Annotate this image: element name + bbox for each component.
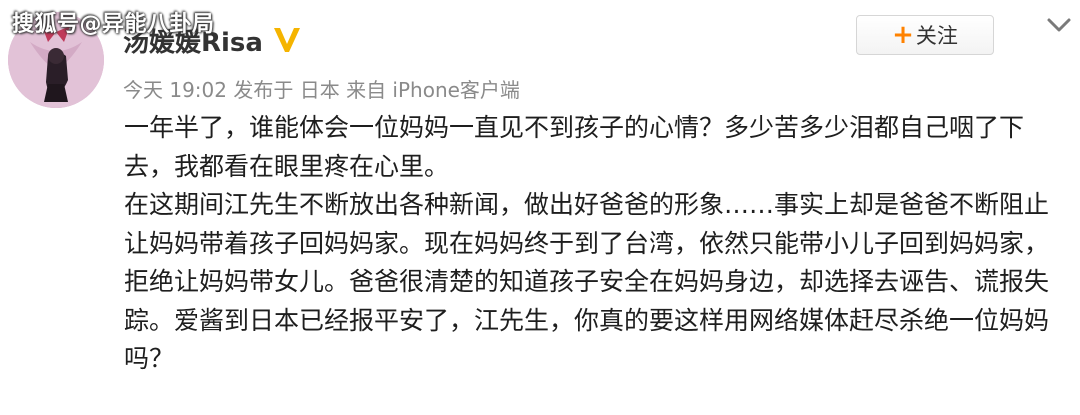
plus-icon: + — [892, 20, 914, 50]
post-paragraph-1: 一年半了，谁能体会一位妈妈一直见不到孩子的心情？多少苦多少泪都自己咽了下去，我都… — [124, 113, 1025, 181]
post-body: 一年半了，谁能体会一位妈妈一直见不到孩子的心情？多少苦多少泪都自己咽了下去，我都… — [124, 109, 1064, 379]
follow-label: 关注 — [915, 24, 958, 48]
watermark: 搜狐号@异能八卦局 — [12, 12, 215, 37]
chevron-down-icon[interactable] — [1046, 12, 1072, 38]
post-paragraph-2: 在这期间江先生不断放出各种新闻，做出好爸爸的形象……事实上却是爸爸不断阻止让妈妈… — [124, 190, 1050, 373]
verified-badge-icon — [274, 28, 300, 52]
follow-button[interactable]: + 关注 — [856, 15, 994, 55]
post-meta: 今天 19:02 发布于 日本 来自 iPhone客户端 — [123, 78, 520, 102]
